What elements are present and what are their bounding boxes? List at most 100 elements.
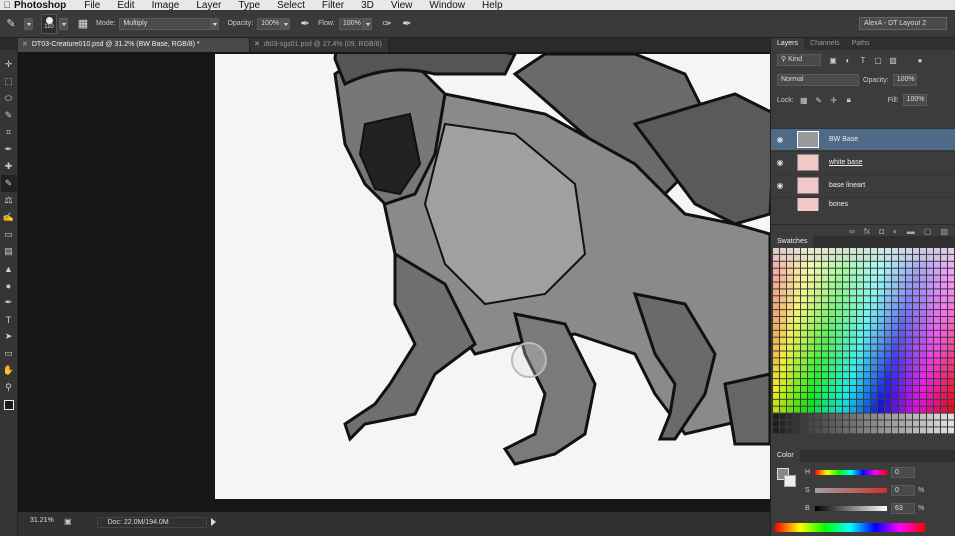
swatch-cell[interactable] <box>773 344 779 351</box>
background-color-swatch[interactable] <box>784 475 796 487</box>
swatch-cell[interactable] <box>836 282 842 289</box>
dodge-icon[interactable]: ● <box>1 277 17 294</box>
swatch-cell[interactable] <box>801 379 807 385</box>
swatch-cell[interactable] <box>808 303 814 310</box>
layer-row-white-base[interactable]: ◉ white base <box>771 151 955 173</box>
swatch-cell[interactable] <box>941 406 947 413</box>
swatch-cell[interactable] <box>836 420 842 427</box>
swatch-cell[interactable] <box>948 310 954 316</box>
swatch-cell[interactable] <box>808 379 814 385</box>
swatch-cell[interactable] <box>780 303 786 310</box>
swatch-cell[interactable] <box>927 254 933 261</box>
swatch-cell[interactable] <box>885 399 891 406</box>
swatch-cell[interactable] <box>843 406 849 413</box>
swatch-cell[interactable] <box>794 386 800 392</box>
swatch-cell[interactable] <box>829 323 835 330</box>
swatch-cell[interactable] <box>920 323 926 330</box>
swatch-cell[interactable] <box>885 330 891 337</box>
swatch-cell[interactable] <box>892 351 898 358</box>
swatch-cell[interactable] <box>843 323 849 330</box>
swatch-cell[interactable] <box>801 254 807 261</box>
swatch-cell[interactable] <box>829 275 835 282</box>
swatch-cell[interactable] <box>829 303 835 310</box>
swatch-cell[interactable] <box>885 337 891 344</box>
swatch-cell[interactable] <box>927 386 933 392</box>
swatch-cell[interactable] <box>780 406 786 413</box>
swatch-cell[interactable] <box>906 344 912 351</box>
swatch-cell[interactable] <box>843 310 849 316</box>
swatch-cell[interactable] <box>941 344 947 351</box>
swatch-cell[interactable] <box>892 337 898 344</box>
swatch-cell[interactable] <box>857 275 863 282</box>
swatch-cell[interactable] <box>822 399 828 406</box>
swatch-cell[interactable] <box>941 392 947 399</box>
swatch-cell[interactable] <box>822 344 828 351</box>
swatch-cell[interactable] <box>885 268 891 275</box>
swatch-cell[interactable] <box>836 268 842 275</box>
swatch-cell[interactable] <box>850 248 856 254</box>
swatch-cell[interactable] <box>941 337 947 344</box>
swatch-cell[interactable] <box>878 420 884 427</box>
swatch-cell[interactable] <box>843 344 849 351</box>
swatch-cell[interactable] <box>857 289 863 296</box>
swatch-cell[interactable] <box>815 248 821 254</box>
swatch-cell[interactable] <box>780 282 786 289</box>
swatch-cell[interactable] <box>920 372 926 379</box>
swatch-cell[interactable] <box>948 365 954 372</box>
swatch-cell[interactable] <box>815 317 821 323</box>
lock-pixels-icon[interactable]: ✎ <box>813 94 825 106</box>
swatch-cell[interactable] <box>850 254 856 261</box>
menu-select[interactable]: Select <box>277 0 305 10</box>
swatch-cell[interactable] <box>857 282 863 289</box>
share-icon[interactable]: ▣ <box>64 517 72 526</box>
swatch-cell[interactable] <box>829 261 835 268</box>
tab-color[interactable]: Color <box>771 450 800 462</box>
swatch-cell[interactable] <box>780 413 786 420</box>
hand-icon[interactable]: ✋ <box>1 362 17 379</box>
swatch-cell[interactable] <box>864 337 870 344</box>
swatch-cell[interactable] <box>948 392 954 399</box>
swatch-cell[interactable] <box>878 392 884 399</box>
swatch-cell[interactable] <box>836 289 842 296</box>
swatch-cell[interactable] <box>801 323 807 330</box>
swatch-cell[interactable] <box>780 330 786 337</box>
swatch-cell[interactable] <box>878 261 884 268</box>
swatch-cell[interactable] <box>773 268 779 275</box>
swatch-cell[interactable] <box>801 330 807 337</box>
swatch-cell[interactable] <box>829 296 835 303</box>
swatch-cell[interactable] <box>920 413 926 420</box>
swatch-cell[interactable] <box>773 248 779 254</box>
swatch-cell[interactable] <box>773 372 779 379</box>
swatch-cell[interactable] <box>794 296 800 303</box>
swatch-cell[interactable] <box>794 317 800 323</box>
swatch-cell[interactable] <box>857 413 863 420</box>
swatch-cell[interactable] <box>927 406 933 413</box>
lock-position-icon[interactable]: ✛ <box>828 94 840 106</box>
swatch-cell[interactable] <box>927 337 933 344</box>
swatch-cell[interactable] <box>906 254 912 261</box>
flow-dropdown[interactable] <box>362 17 372 30</box>
blend-mode-select[interactable]: Normal <box>777 74 859 86</box>
swatch-cell[interactable] <box>892 365 898 372</box>
swatch-cell[interactable] <box>899 379 905 385</box>
swatch-cell[interactable] <box>948 323 954 330</box>
swatch-cell[interactable] <box>906 365 912 372</box>
swatch-cell[interactable] <box>871 365 877 372</box>
swatch-cell[interactable] <box>920 427 926 434</box>
swatch-cell[interactable] <box>780 358 786 365</box>
layer-kind-filter[interactable]: ⚲ Kind <box>777 54 821 66</box>
swatch-cell[interactable] <box>773 358 779 365</box>
swatch-cell[interactable] <box>899 289 905 296</box>
swatch-cell[interactable] <box>920 358 926 365</box>
swatch-cell[interactable] <box>885 344 891 351</box>
swatch-cell[interactable] <box>794 282 800 289</box>
swatch-cell[interactable] <box>906 248 912 254</box>
swatch-cell[interactable] <box>871 358 877 365</box>
swatch-cell[interactable] <box>822 386 828 392</box>
swatch-cell[interactable] <box>822 330 828 337</box>
swatch-cell[interactable] <box>773 323 779 330</box>
foreground-color-swatch[interactable] <box>3 400 14 410</box>
swatch-cell[interactable] <box>815 372 821 379</box>
swatch-cell[interactable] <box>801 399 807 406</box>
swatch-cell[interactable] <box>787 275 793 282</box>
